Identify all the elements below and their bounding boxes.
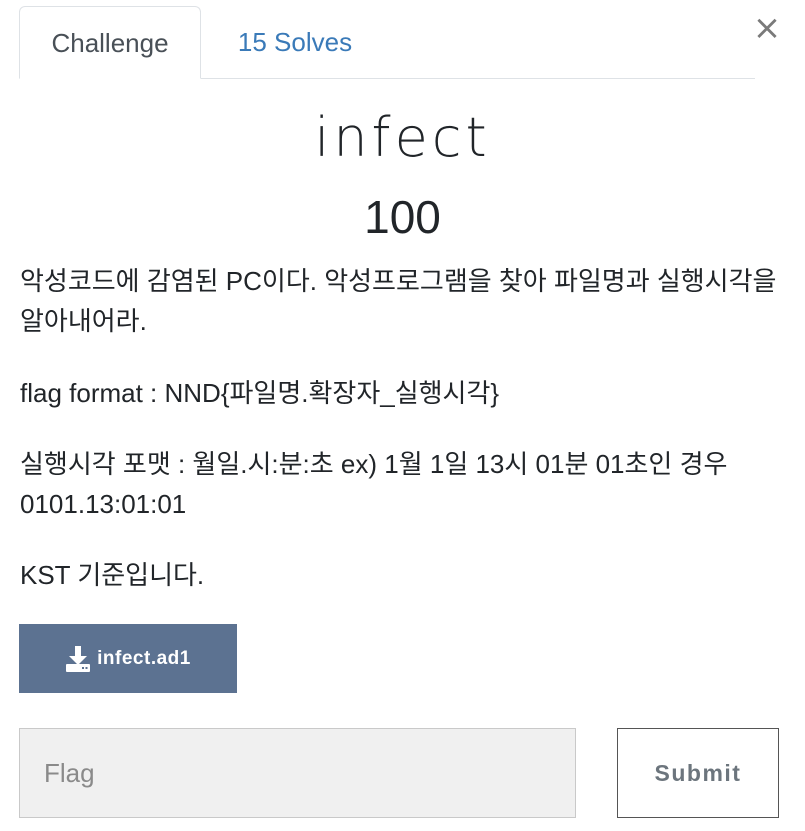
tab-bar: Challenge 15 Solves [19,6,755,79]
download-file-button[interactable]: infect.ad1 [19,624,237,693]
flag-format-text: flag format : NND{파일명.확장자_실행시각} [20,378,500,408]
close-button[interactable]: × [752,10,782,46]
challenge-title: infect [314,106,491,169]
close-icon[interactable]: × [753,8,782,48]
download-icon [66,645,91,672]
challenge-points: 100 [364,191,441,243]
flag-input[interactable] [19,728,576,818]
tab-challenge[interactable]: Challenge [19,6,201,79]
submit-button[interactable]: Submit [617,728,779,818]
time-format-text: 실행시각 포맷 : 월일.시:분:초 ex) 1월 1일 13시 01분 01초… [20,449,728,519]
timezone-note: KST 기준입니다. [20,560,205,590]
challenge-description: 악성코드에 감염된 PC이다. 악성프로그램을 찾아 파일명과 실행시각을 알아… [20,266,777,336]
tab-solves[interactable]: 15 Solves [215,6,375,78]
download-file-label: infect.ad1 [97,647,191,669]
